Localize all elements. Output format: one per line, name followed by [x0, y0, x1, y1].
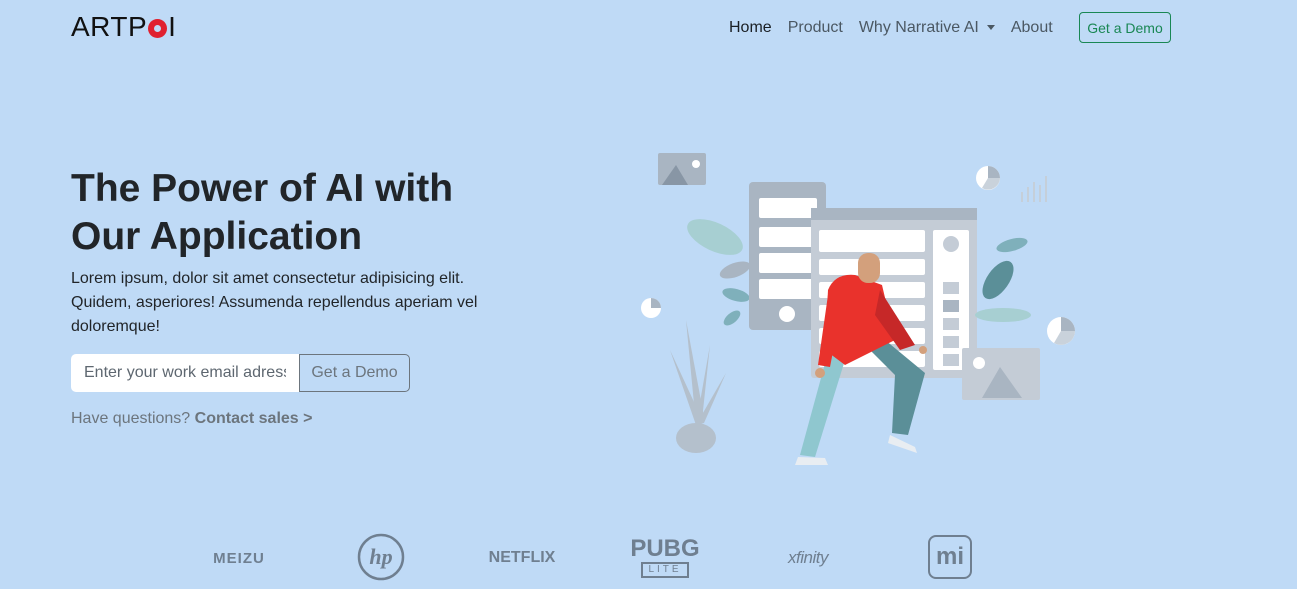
- contact-sales-link[interactable]: Contact sales >: [195, 410, 313, 427]
- pie-chart-icon-2: [1047, 317, 1075, 345]
- hero-get-demo-button[interactable]: Get a Demo: [299, 354, 410, 392]
- person-dashboard-illustration: [641, 153, 1075, 465]
- meizu-logo: MEIZU: [213, 549, 265, 567]
- pubg-logo-text: PUBG: [630, 535, 700, 562]
- pubg-logo-sub: LITE: [641, 562, 689, 578]
- nav-why-dropdown[interactable]: Why Narrative AI: [859, 17, 995, 39]
- contact-prefix: Have questions?: [71, 410, 191, 427]
- image-card-icon-2: [962, 348, 1040, 400]
- email-input[interactable]: [71, 354, 299, 392]
- contact-line: Have questions? Contact sales >: [71, 410, 312, 428]
- email-form: Get a Demo: [71, 354, 410, 392]
- pie-chart-icon: [976, 166, 1000, 190]
- nav-product-link[interactable]: Product: [788, 17, 843, 39]
- plant-icon: [670, 320, 726, 453]
- netflix-logo: NETFLIX: [488, 549, 556, 566]
- xfinity-logo: xfinity: [788, 548, 828, 567]
- image-card-icon: [658, 153, 706, 185]
- caret-down-icon: [986, 25, 995, 31]
- hero-illustration: [630, 145, 1090, 475]
- hero-title: The Power of AI with Our Application: [71, 167, 454, 258]
- hp-logo: hp: [356, 532, 406, 582]
- nav-home-link[interactable]: Home: [729, 17, 772, 39]
- brand-logo[interactable]: ARTP I: [71, 11, 176, 43]
- hp-logo-text: hp: [369, 544, 392, 569]
- brand-text-end: I: [168, 11, 177, 42]
- pubg-logo: PUBG LITE: [630, 532, 700, 582]
- hero-description: Lorem ipsum, dolor sit amet consectetur …: [71, 270, 478, 335]
- main-nav: Home Product Why Narrative AI About: [729, 17, 1053, 39]
- client-logos: MEIZU hp NETFLIX PUBG LITE xfinity mi: [200, 530, 1000, 586]
- bar-chart-icon: [1021, 176, 1047, 202]
- brand-text-start: ARTP: [71, 11, 148, 42]
- nav-why-label: Why Narrative AI: [858, 19, 979, 36]
- brand-o-icon: [148, 18, 168, 38]
- mi-logo: mi: [928, 535, 972, 579]
- nav-about-link[interactable]: About: [1011, 17, 1053, 39]
- pie-chart-icon-3: [641, 298, 661, 318]
- nav-get-demo-button[interactable]: Get a Demo: [1079, 12, 1171, 43]
